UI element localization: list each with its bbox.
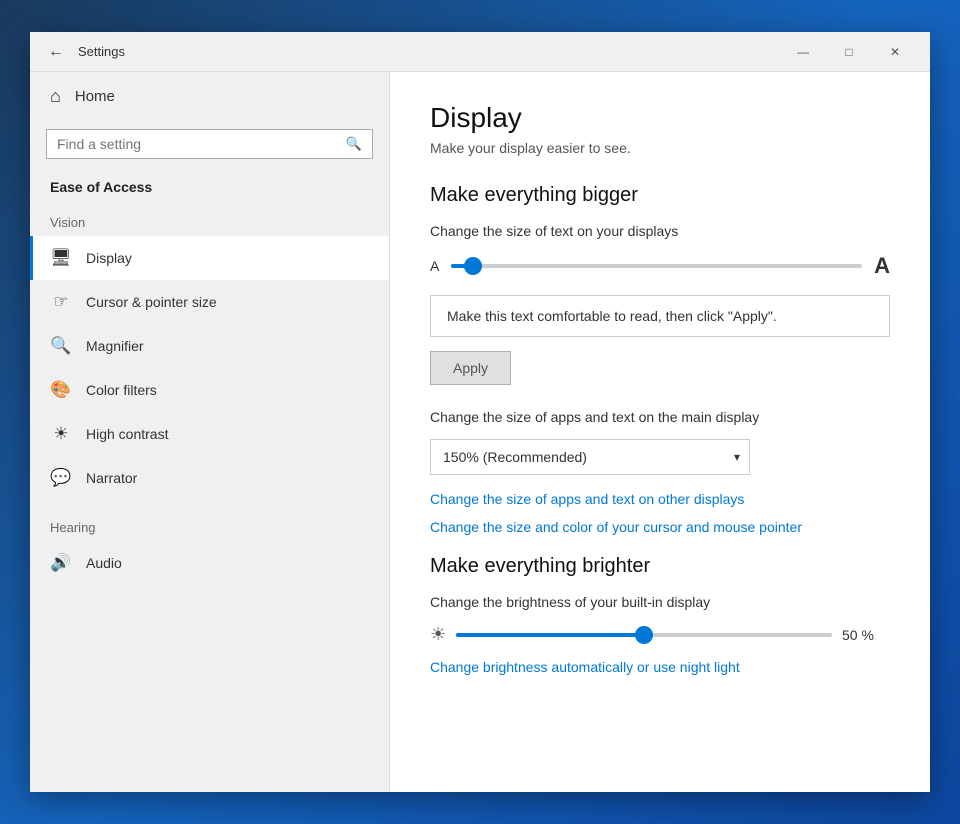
section-brighter-title: Make everything brighter: [430, 555, 890, 578]
text-preview-box: Make this text comfortable to read, then…: [430, 295, 890, 337]
text-preview-content: Make this text comfortable to read, then…: [447, 308, 777, 324]
slider-large-a: A: [874, 253, 890, 279]
category-label: Ease of Access: [30, 175, 389, 205]
scale-dropdown-row: 100% 125% 150% (Recommended) 175% 200% ▾: [430, 439, 890, 475]
brightness-value: 50 %: [842, 627, 890, 643]
brightness-slider-track[interactable]: [456, 633, 832, 637]
display-label: Display: [86, 250, 132, 266]
sidebar-item-high-contrast[interactable]: ☀ High contrast: [30, 412, 389, 456]
apply-button[interactable]: Apply: [430, 351, 511, 385]
sun-icon: ☀: [430, 624, 446, 645]
home-icon: ⌂: [50, 86, 61, 107]
cursor-link[interactable]: Change the size and color of your cursor…: [430, 519, 890, 535]
window-title: Settings: [78, 44, 780, 59]
slider-small-a: A: [430, 258, 439, 274]
magnifier-label: Magnifier: [86, 338, 144, 354]
window-controls: — □ ✕: [780, 32, 918, 72]
brightness-fill: [456, 633, 644, 637]
color-filters-label: Color filters: [86, 382, 157, 398]
night-light-link[interactable]: Change brightness automatically or use n…: [430, 659, 890, 675]
text-size-label: Change the size of text on your displays: [430, 223, 890, 239]
page-title: Display: [430, 102, 890, 134]
close-button[interactable]: ✕: [872, 32, 918, 72]
hearing-section-label: Hearing: [30, 510, 389, 541]
sidebar: ⌂ Home 🔍 Ease of Access Vision 🖥 Display…: [30, 72, 390, 792]
minimize-button[interactable]: —: [780, 32, 826, 72]
audio-label: Audio: [86, 555, 122, 571]
scale-dropdown[interactable]: 100% 125% 150% (Recommended) 175% 200%: [430, 439, 750, 475]
other-displays-link[interactable]: Change the size of apps and text on othe…: [430, 491, 890, 507]
narrator-label: Narrator: [86, 470, 137, 486]
magnifier-icon: 🔍: [50, 336, 72, 356]
apps-size-label: Change the size of apps and text on the …: [430, 409, 890, 425]
main-panel: Display Make your display easier to see.…: [390, 72, 930, 792]
sidebar-item-audio[interactable]: 🔊 Audio: [30, 541, 389, 585]
title-bar: ← Settings — □ ✕: [30, 32, 930, 72]
color-filters-icon: 🎨: [50, 380, 72, 400]
high-contrast-label: High contrast: [86, 426, 168, 442]
slider-thumb[interactable]: [464, 257, 482, 275]
narrator-icon: 💬: [50, 468, 72, 488]
text-size-slider-track[interactable]: [451, 264, 862, 268]
sidebar-item-color-filters[interactable]: 🎨 Color filters: [30, 368, 389, 412]
sidebar-item-display[interactable]: 🖥 Display: [30, 236, 389, 280]
sidebar-item-narrator[interactable]: 💬 Narrator: [30, 456, 389, 500]
sidebar-item-magnifier[interactable]: 🔍 Magnifier: [30, 324, 389, 368]
vision-section-label: Vision: [30, 205, 389, 236]
high-contrast-icon: ☀: [50, 424, 72, 444]
display-icon: 🖥: [50, 248, 72, 268]
scale-dropdown-wrapper: 100% 125% 150% (Recommended) 175% 200% ▾: [430, 439, 750, 475]
audio-icon: 🔊: [50, 553, 72, 573]
sidebar-item-home[interactable]: ⌂ Home: [30, 72, 389, 121]
brightness-thumb[interactable]: [635, 626, 653, 644]
maximize-button[interactable]: □: [826, 32, 872, 72]
search-icon: 🔍: [346, 136, 362, 152]
search-input[interactable]: [57, 136, 346, 152]
main-content: ⌂ Home 🔍 Ease of Access Vision 🖥 Display…: [30, 72, 930, 792]
back-button[interactable]: ←: [42, 38, 70, 66]
section-bigger-title: Make everything bigger: [430, 184, 890, 207]
page-subtitle: Make your display easier to see.: [430, 140, 890, 156]
home-label: Home: [75, 88, 115, 105]
cursor-icon: ☞: [50, 292, 72, 312]
search-box[interactable]: 🔍: [46, 129, 373, 159]
settings-window: ← Settings — □ ✕ ⌂ Home 🔍 Ease of Access: [30, 32, 930, 792]
brightness-label: Change the brightness of your built-in d…: [430, 594, 890, 610]
cursor-label: Cursor & pointer size: [86, 294, 217, 310]
brightness-slider-row: ☀ 50 %: [430, 624, 890, 645]
sidebar-item-cursor[interactable]: ☞ Cursor & pointer size: [30, 280, 389, 324]
text-size-slider-row: A A: [430, 253, 890, 279]
